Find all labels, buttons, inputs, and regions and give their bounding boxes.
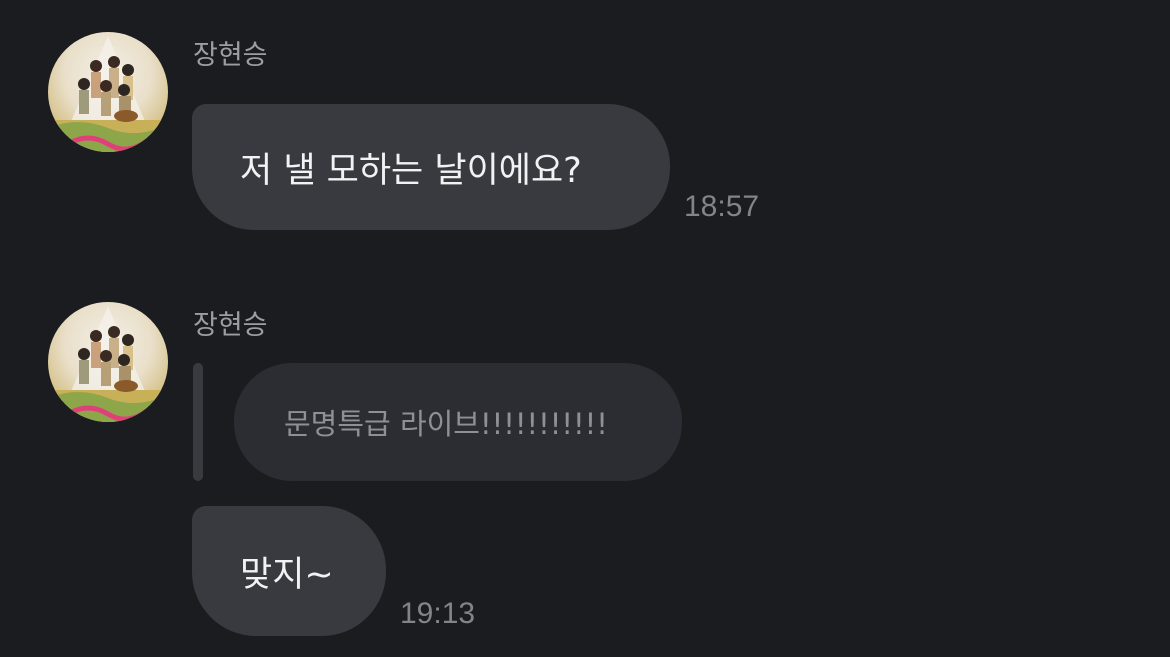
profile-photo — [48, 306, 168, 422]
profile-photo — [48, 36, 168, 152]
message-text: 맞지~ — [240, 554, 334, 595]
message-bubble[interactable]: 맞지~ — [192, 506, 386, 636]
message-bubble[interactable]: 저 낼 모하는 날이에요? — [192, 104, 670, 230]
message-timestamp: 18:57 — [684, 190, 760, 223]
sender-name: 장현승 — [193, 40, 268, 71]
message-text: 저 낼 모하는 날이에요? — [240, 150, 582, 191]
avatar[interactable] — [48, 32, 168, 152]
reply-quote-bar — [193, 363, 203, 481]
reply-quote-text: 문명특급 라이브!!!!!!!!!!! — [284, 407, 608, 441]
avatar[interactable] — [48, 302, 168, 422]
sender-name: 장현승 — [193, 310, 268, 341]
message-timestamp: 19:13 — [400, 597, 476, 630]
reply-quote[interactable]: 문명특급 라이브!!!!!!!!!!! — [234, 363, 682, 481]
